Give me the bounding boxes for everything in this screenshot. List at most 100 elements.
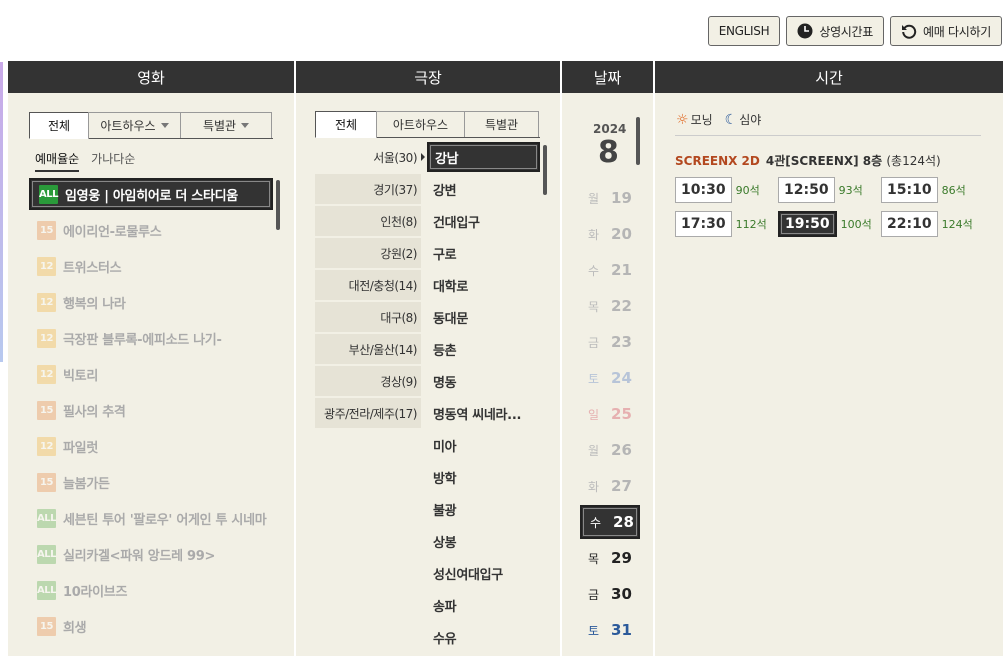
day-item[interactable]: 금 30 (580, 577, 640, 611)
showtime-slot[interactable]: 15:10 86석 (881, 177, 966, 203)
theater-item[interactable]: 명동역 씨네라... (427, 398, 540, 428)
day-of-week: 토 (588, 623, 600, 638)
theater-scrollbar[interactable] (543, 145, 547, 195)
movie-item[interactable]: 15 필사의 추격 (29, 394, 273, 426)
movie-item[interactable]: ALL 세븐틴 투어 '팔로우' 어게인 투 시네마 (29, 502, 273, 534)
day-item: 월 26 (580, 433, 640, 467)
movie-title: 10라이브즈 (63, 584, 128, 600)
theater-item[interactable]: 구로 (427, 238, 540, 268)
sort-booking-rate[interactable]: 예매율순 (35, 150, 80, 172)
theater-item[interactable]: 대학로 (427, 270, 540, 300)
theater-item[interactable]: 건대입구 (427, 206, 540, 236)
theater-item[interactable]: 동대문 (427, 302, 540, 332)
theater-tab-all[interactable]: 전체 (315, 111, 377, 138)
region-item[interactable]: 인천(8) (315, 206, 421, 237)
screen-total-seats: (총124석) (886, 154, 941, 168)
region-item[interactable]: 부산/울산(14) (315, 334, 421, 365)
movie-item[interactable]: 15 희생 (29, 610, 273, 642)
night-filter[interactable]: ☾ 심야 (725, 111, 762, 128)
reset-booking-button[interactable]: 예매 다시하기 (890, 16, 1002, 46)
day-of-week: 수 (588, 263, 600, 278)
showtime-time: 19:50 (778, 211, 837, 237)
day-number: 19 (611, 189, 632, 207)
showtime-time: 10:30 (675, 177, 732, 203)
theater-item[interactable]: 성신여대입구 (427, 558, 540, 588)
movie-tab-all[interactable]: 전체 (29, 112, 89, 139)
day-number: 21 (611, 261, 632, 279)
showtime-time: 15:10 (881, 177, 938, 203)
theater-item[interactable]: 불광 (427, 494, 540, 524)
timetable-button[interactable]: 상영시간표 (786, 16, 885, 46)
day-of-week: 일 (588, 407, 600, 422)
region-item[interactable]: 대전/충청(14) (315, 270, 421, 301)
showtime-slot[interactable]: 10:30 90석 (675, 177, 760, 203)
day-number: 27 (611, 477, 632, 495)
movie-item[interactable]: 12 트위스터스 (29, 250, 273, 282)
showtime-seats: 90석 (735, 184, 760, 197)
chevron-down-icon (241, 123, 250, 128)
day-of-week: 수 (590, 515, 602, 530)
showtime-slot[interactable]: 22:10 124석 (881, 211, 973, 237)
theater-tab-arthouse[interactable]: 아트하우스 (376, 111, 465, 137)
time-header: 시간 (655, 61, 1003, 93)
theater-item[interactable]: 상봉 (427, 526, 540, 556)
theater-tab-special[interactable]: 특별관 (464, 111, 539, 137)
region-item[interactable]: 경기(37) (315, 174, 421, 205)
day-item[interactable]: 목 29 (580, 541, 640, 575)
theater-item[interactable]: 강남 (427, 142, 540, 172)
showtime-slot[interactable]: 17:30 112석 (675, 211, 767, 237)
day-item[interactable]: 토 31 (580, 613, 640, 647)
showtime-slot[interactable]: 19:50 100석 (778, 211, 872, 237)
movie-item[interactable]: 12 극장판 블루록-에피소드 나기- (29, 322, 273, 354)
day-number: 24 (611, 369, 632, 387)
morning-filter[interactable]: ☼ 모닝 (676, 111, 713, 128)
theater-item[interactable]: 명동 (427, 366, 540, 396)
movie-tab-special[interactable]: 특별관 (180, 112, 272, 138)
region-item[interactable]: 대구(8) (315, 302, 421, 333)
day-number: 25 (611, 405, 632, 423)
sun-icon: ☼ (676, 112, 689, 128)
sort-by-name[interactable]: 가나다순 (91, 150, 135, 172)
day-item[interactable]: 수 28 (580, 505, 640, 539)
movie-item[interactable]: ALL 실리카겔<파워 앙드레 99> (29, 538, 273, 570)
theater-item[interactable]: 방학 (427, 462, 540, 492)
rating-badge: ALL (39, 184, 58, 204)
movie-scrollbar[interactable] (276, 180, 280, 230)
movie-item[interactable]: 12 행복의 나라 (29, 286, 273, 318)
showtime-seats: 100석 (840, 218, 872, 231)
rating-badge: 12 (37, 364, 56, 384)
morning-label: 모닝 (690, 113, 713, 127)
movie-item[interactable]: 15 늘봄가든 (29, 466, 273, 498)
date-header: 날짜 (562, 61, 653, 93)
movie-title: 빅토리 (63, 368, 98, 384)
movie-title: 임영웅 | 아임히어로 더 스타디움 (65, 188, 238, 204)
screen-type: SCREENX 2D (675, 154, 760, 168)
movie-item[interactable]: ALL 10라이브즈 (29, 574, 273, 606)
movie-title: 세븐틴 투어 '팔로우' 어게인 투 시네마 (63, 512, 267, 528)
day-of-week: 월 (588, 443, 600, 458)
rating-badge: 15 (37, 472, 56, 492)
showtime-seats: 112석 (735, 218, 767, 231)
theater-item[interactable]: 등촌 (427, 334, 540, 364)
showtime-time: 17:30 (675, 211, 732, 237)
region-item[interactable]: 경상(9) (315, 366, 421, 397)
region-item[interactable]: 서울(30) (315, 142, 421, 173)
clock-icon (797, 23, 813, 39)
english-button[interactable]: ENGLISH (707, 16, 781, 46)
movie-item[interactable]: ALL 임영웅 | 아임히어로 더 스타디움 (29, 178, 273, 210)
theater-item[interactable]: 미아 (427, 430, 540, 460)
region-item[interactable]: 강원(2) (315, 238, 421, 269)
movie-tab-arthouse[interactable]: 아트하우스 (88, 112, 181, 138)
day-number: 29 (611, 549, 632, 567)
movie-title: 극장판 블루록-에피소드 나기- (63, 332, 222, 348)
date-scrollbar[interactable] (636, 117, 640, 165)
theater-item[interactable]: 수유 (427, 622, 540, 652)
theater-item[interactable]: 강변 (427, 174, 540, 204)
showtime-slot[interactable]: 12:50 93석 (778, 177, 863, 203)
rating-badge: 12 (37, 328, 56, 348)
movie-item[interactable]: 12 빅토리 (29, 358, 273, 390)
movie-item[interactable]: 15 에이리언-로물루스 (29, 214, 273, 246)
region-item[interactable]: 광주/전라/제주(17) (315, 398, 421, 429)
theater-item[interactable]: 송파 (427, 590, 540, 620)
movie-item[interactable]: 12 파일럿 (29, 430, 273, 462)
